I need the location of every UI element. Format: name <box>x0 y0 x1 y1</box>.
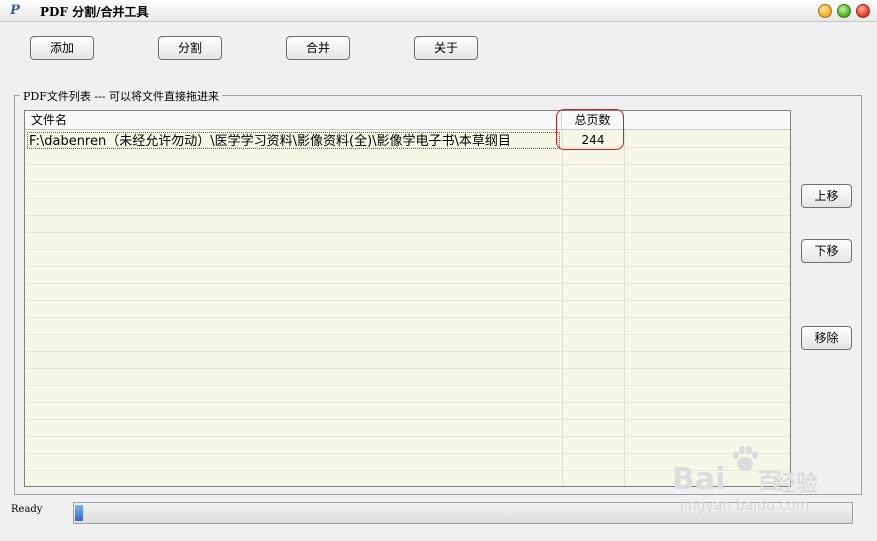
page-count-highlight <box>556 109 624 150</box>
window-title: PDF 分割/合并工具 <box>40 5 149 19</box>
move-up-button[interactable]: 上移 <box>801 184 852 208</box>
about-button[interactable]: 关于 <box>414 36 478 60</box>
title-bar: P PDF 分割/合并工具 <box>0 0 877 22</box>
file-list[interactable]: 文件名 总页数 F:\dabenren（未经允许勿动）\医学学习资料\影像资料(… <box>24 110 791 487</box>
list-header: 文件名 总页数 <box>25 111 790 130</box>
split-button[interactable]: 分割 <box>158 36 222 60</box>
maximize-button[interactable] <box>837 4 851 18</box>
file-name-cell: F:\dabenren（未经允许勿动）\医学学习资料\影像资料(全)\影像学电子… <box>27 132 560 149</box>
file-list-group-label: PDF文件列表 --- 可以将文件直接拖进来 <box>20 88 222 104</box>
remove-button[interactable]: 移除 <box>801 326 852 350</box>
add-button[interactable]: 添加 <box>30 36 94 60</box>
status-text: Ready <box>11 504 43 515</box>
column-divider <box>562 130 563 486</box>
progress-bar <box>73 502 853 524</box>
merge-button[interactable]: 合并 <box>286 36 350 60</box>
app-icon: P <box>10 3 20 18</box>
move-down-button[interactable]: 下移 <box>801 239 852 263</box>
table-row[interactable]: F:\dabenren（未经允许勿动）\医学学习资料\影像资料(全)\影像学电子… <box>25 132 624 149</box>
column-header-file-name[interactable]: 文件名 <box>25 111 562 130</box>
minimize-button[interactable] <box>818 4 832 18</box>
column-divider <box>624 130 625 486</box>
close-button[interactable] <box>856 4 870 18</box>
progress-fill <box>75 505 83 521</box>
